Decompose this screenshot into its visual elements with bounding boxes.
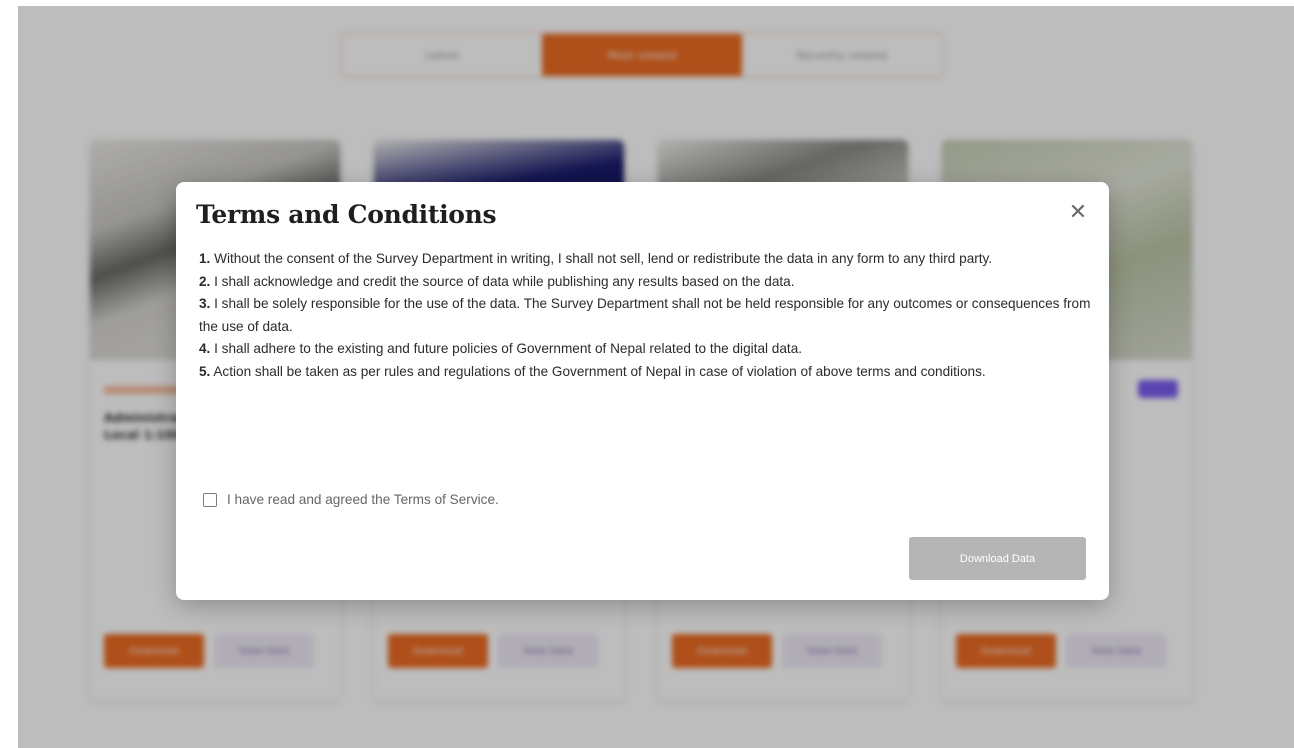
term-number: 2. bbox=[199, 273, 211, 289]
term-item: 1. Without the consent of the Survey Dep… bbox=[199, 248, 1091, 271]
term-number: 1. bbox=[199, 251, 211, 266]
agree-checkbox[interactable] bbox=[203, 492, 217, 507]
term-text: I shall be solely responsible for the us… bbox=[199, 296, 1091, 334]
term-item: 2. I shall acknowledge and credit the so… bbox=[199, 271, 1091, 294]
term-item: 4. I shall adhere to the existing and fu… bbox=[199, 338, 1091, 361]
agree-label[interactable]: I have read and agreed the Terms of Serv… bbox=[227, 492, 499, 507]
term-text: I shall adhere to the existing and futur… bbox=[210, 341, 803, 357]
term-item: 5. Action shall be taken as per rules an… bbox=[199, 361, 1091, 384]
download-data-button[interactable]: Download Data bbox=[909, 537, 1086, 580]
term-text: Action shall be taken as per rules and r… bbox=[210, 363, 986, 379]
term-number: 4. bbox=[199, 341, 211, 357]
modal-title: Terms and Conditions bbox=[196, 200, 497, 229]
term-text: I shall acknowledge and credit the sourc… bbox=[210, 273, 795, 289]
agree-row: I have read and agreed the Terms of Serv… bbox=[203, 492, 499, 507]
terms-list: 1. Without the consent of the Survey Dep… bbox=[199, 248, 1091, 384]
term-number: 3. bbox=[199, 296, 211, 312]
terms-modal: Terms and Conditions ✕ 1. Without the co… bbox=[176, 182, 1109, 600]
term-item: 3. I shall be solely responsible for the… bbox=[199, 293, 1091, 338]
term-text: Without the consent of the Survey Depart… bbox=[210, 251, 993, 266]
close-icon[interactable]: ✕ bbox=[1065, 200, 1091, 226]
term-number: 5. bbox=[199, 363, 211, 379]
